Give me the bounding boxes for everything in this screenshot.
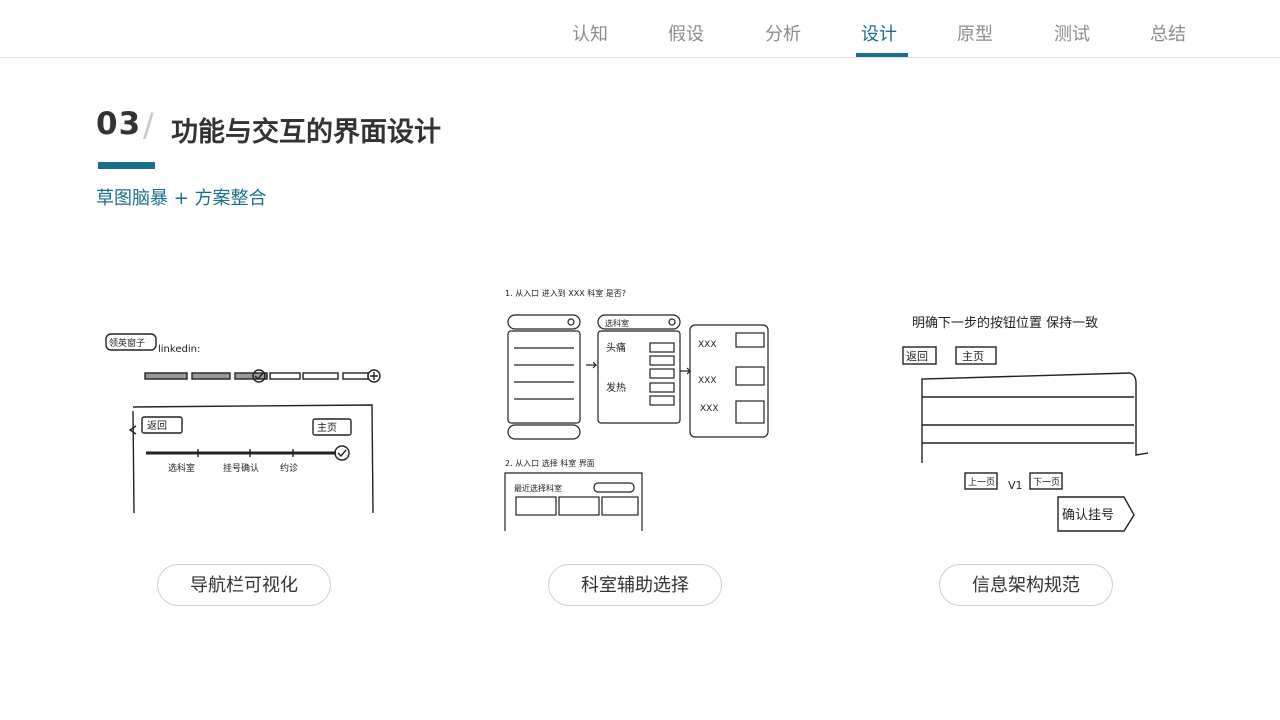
- sketch-step2-text: 挂号确认: [223, 462, 259, 474]
- sketch-ia-window: [921, 372, 1149, 463]
- sketch-search-bar-1: [507, 314, 581, 330]
- sketch-result-2: XXX: [698, 376, 717, 386]
- sketch-brand-text: 领英窗子: [109, 337, 145, 349]
- section-divider-slash: /: [143, 106, 154, 144]
- caption-navigation-bar[interactable]: 导航栏可视化: [157, 564, 331, 606]
- sketch-ia-version: V1: [1008, 479, 1023, 492]
- sketch-department-selection: 1. 从入口 进入到 XXX 科室 是否? 选科室 头痛 发热 XXX XXX …: [504, 288, 769, 531]
- section-number: 03: [96, 106, 142, 142]
- sketch-question1: 1. 从入口 进入到 XXX 科室 是否?: [505, 288, 626, 298]
- sketch-ia-heading: 明确下一步的按钮位置 保持一致: [912, 315, 1098, 331]
- sketch-question2: 2. 从入口 选择 科室 界面: [505, 458, 595, 468]
- sketch-navigation-bar: 领英窗子 linkedin: 返回 主页 选科室 挂号确认 约诊: [105, 333, 381, 514]
- sketch-ia-prev-text: 上一页: [968, 477, 995, 488]
- nav-tab-design[interactable]: 设计: [853, 20, 905, 46]
- sketch-step3-text: 约诊: [280, 462, 298, 474]
- sketch-progress-bar: [144, 369, 381, 383]
- sketch-ia-home-text: 主页: [962, 350, 984, 363]
- sketch-phone-1: [507, 330, 581, 424]
- nav-tab-hypothesis[interactable]: 假设: [660, 20, 712, 46]
- active-tab-indicator: [856, 53, 908, 57]
- caption-department-selection[interactable]: 科室辅助选择: [548, 564, 722, 606]
- sketch-select-dept-text: 选科室: [605, 318, 629, 328]
- sketch-ia-back-text: 返回: [906, 350, 928, 363]
- top-navigation: 认知 假设 分析 设计 原型 测试 总结: [0, 0, 1280, 58]
- sketch-window-frame: [132, 404, 374, 514]
- sketch-voice-button: [507, 424, 581, 440]
- accent-bar: [98, 162, 155, 169]
- sketch-home-text: 主页: [317, 422, 337, 434]
- sketch-headache-text: 头痛: [606, 341, 626, 354]
- sketch-ia-next-text: 下一页: [1033, 477, 1060, 488]
- sketch-fever-text: 发热: [606, 381, 626, 394]
- sketch-ia-confirm-text: 确认挂号: [1062, 508, 1114, 523]
- nav-tab-analysis[interactable]: 分析: [757, 20, 809, 46]
- sketch-information-architecture: 明确下一步的按钮位置 保持一致 返回 主页 上一页 V1 下一页 确认挂号: [902, 315, 1149, 532]
- sketch-linkedin-text: linkedin:: [158, 344, 200, 355]
- caption-information-architecture[interactable]: 信息架构规范: [939, 564, 1113, 606]
- sketch-back-text: 返回: [147, 420, 167, 432]
- sketch-recent-text: 最近选择科室: [514, 483, 562, 493]
- section-title: 功能与交互的界面设计: [171, 117, 441, 148]
- sketch-ia-lines: [922, 396, 1134, 444]
- sketch-result-3: XXX: [700, 404, 719, 414]
- sketch-step1-text: 选科室: [168, 462, 195, 474]
- sketch-recent-panel: [504, 472, 643, 531]
- section-subtitle: 草图脑暴 + 方案整合: [96, 188, 267, 209]
- nav-tab-testing[interactable]: 测试: [1046, 20, 1098, 46]
- nav-tab-prototype[interactable]: 原型: [949, 20, 1001, 46]
- nav-tab-summary[interactable]: 总结: [1142, 20, 1194, 46]
- sketch-result-1: XXX: [698, 340, 717, 350]
- nav-tab-cognition[interactable]: 认知: [564, 20, 616, 46]
